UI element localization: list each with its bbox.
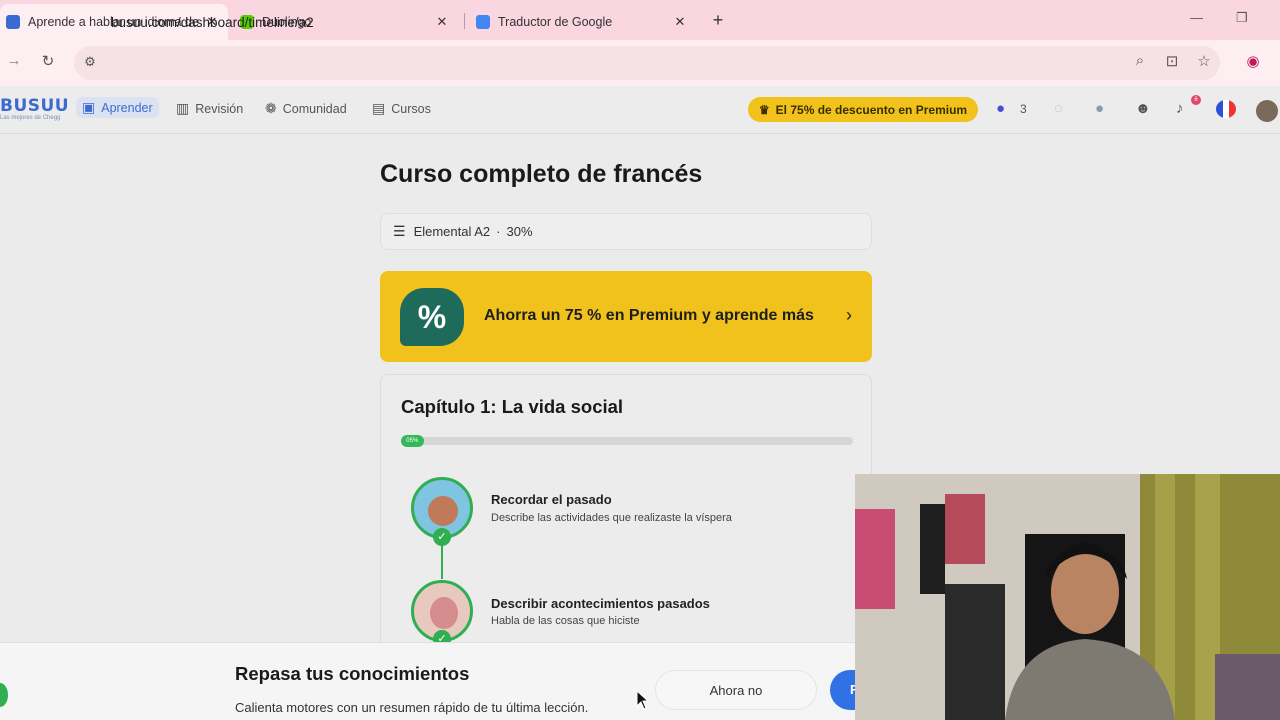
lesson-title[interactable]: Describir acontecimientos pasados: [491, 596, 710, 611]
friends-icon[interactable]: ☻: [1135, 100, 1151, 117]
address-bar[interactable]: ⚙: [74, 46, 1220, 80]
webcam-video-image: [855, 474, 1280, 720]
list-icon: ☰: [393, 223, 406, 239]
chapter-progress-fill: 05%: [401, 435, 424, 447]
nav-item-comunidad[interactable]: ❁ Comunidad: [265, 100, 347, 117]
premium-discount-button[interactable]: ♛ El 75% de descuento en Premium: [748, 97, 978, 122]
url-text[interactable]: busuu.com/dashboard/timeline/a2: [111, 15, 314, 30]
lesson-description: Describe las actividades que realizaste …: [491, 512, 732, 524]
tab-google-translate[interactable]: Traductor de Google ✕: [472, 4, 696, 40]
zoom-icon[interactable]: ⌕: [1130, 52, 1150, 69]
chapter-progress-bar: 05%: [401, 435, 853, 447]
bookmark-star-icon[interactable]: ☆: [1194, 52, 1214, 70]
nav-item-label: Revisión: [195, 101, 244, 116]
install-app-icon[interactable]: ⊡: [1162, 52, 1182, 70]
tab-divider: [464, 13, 465, 29]
loading-ring-icon[interactable]: ◌: [1054, 100, 1063, 117]
user-avatar[interactable]: [1256, 100, 1278, 122]
globe-icon[interactable]: ●: [1095, 100, 1104, 117]
logo-tagline: Las mejores de Chegg: [0, 115, 61, 121]
level-selector[interactable]: ☰ Elemental A2 · 30%: [380, 213, 872, 250]
promo-label: El 75% de descuento en Premium: [775, 102, 968, 117]
crown-icon: ♛: [758, 102, 770, 117]
google-translate-favicon-icon: [476, 15, 490, 29]
notification-badge: 6: [1191, 95, 1201, 105]
bell-icon[interactable]: ♪: [1176, 100, 1184, 117]
bar-chart-icon: ▥: [176, 100, 190, 116]
new-tab-button[interactable]: +: [708, 10, 728, 31]
restore-window-icon[interactable]: ❐: [1236, 10, 1248, 26]
nav-item-label: Aprender: [101, 100, 153, 115]
nav-item-label: Comunidad: [282, 101, 347, 116]
chapter-title: Capítulo 1: La vida social: [401, 396, 624, 417]
book-icon: ▣: [82, 99, 96, 115]
people-icon: ❁: [265, 100, 277, 116]
lesson-title[interactable]: Recordar el pasado: [491, 492, 612, 507]
check-icon: ✓: [433, 528, 451, 546]
lesson-description: Habla de las cosas que hiciste: [491, 615, 640, 627]
chat-bubble-icon[interactable]: [0, 683, 8, 707]
percent-badge-icon: %: [400, 288, 464, 346]
site-settings-icon[interactable]: ⚙: [80, 54, 100, 70]
level-progress: 30%: [506, 224, 533, 239]
close-tab-icon[interactable]: ✕: [434, 14, 450, 30]
nav-item-aprender[interactable]: ▣ Aprender: [76, 97, 159, 118]
banner-text: Ahorra un 75 % en Premium y aprende más: [484, 307, 814, 324]
close-tab-icon[interactable]: ✕: [672, 14, 688, 30]
chevron-right-icon: ›: [846, 305, 852, 325]
reload-icon[interactable]: ↻: [38, 52, 58, 70]
nav-item-label: Cursos: [391, 101, 431, 116]
level-separator: ·: [496, 224, 501, 239]
profile-icon[interactable]: ◉: [1243, 52, 1263, 70]
nav-item-cursos[interactable]: ▤ Cursos: [372, 100, 431, 117]
nav-item-revision[interactable]: ▥ Revisión: [176, 100, 243, 117]
minimize-window-icon[interactable]: —: [1190, 10, 1203, 25]
busuu-favicon-icon: [6, 15, 20, 29]
premium-banner[interactable]: % Ahorra un 75 % en Premium y aprende má…: [380, 271, 872, 362]
level-name: Elemental A2: [413, 224, 491, 239]
streak-count: 3: [1020, 102, 1027, 116]
french-flag-icon[interactable]: [1216, 100, 1236, 118]
courses-icon: ▤: [372, 100, 386, 116]
busuu-logo[interactable]: BUSUU: [0, 96, 69, 116]
tab-title: Traductor de Google: [498, 15, 613, 29]
browser-toolbar: → ↻ ⚙ ⌕ ⊡ ☆ ◉: [0, 40, 1280, 86]
sheet-title: Repasa tus conocimientos: [235, 663, 470, 684]
not-now-button[interactable]: Ahora no: [655, 670, 817, 710]
course-title: Curso completo de francés: [380, 160, 703, 188]
chapter-card: Capítulo 1: La vida social 05% ✓ Recorda…: [380, 374, 872, 674]
site-navbar: BUSUU Las mejores de Chegg ▣ Aprender ▥ …: [0, 86, 1280, 134]
webcam-overlay: [855, 474, 1280, 720]
streak-flame-icon[interactable]: ●: [996, 100, 1005, 117]
sheet-subtitle: Calienta motores con un resumen rápido d…: [235, 700, 589, 715]
forward-arrow-icon[interactable]: →: [4, 52, 24, 69]
